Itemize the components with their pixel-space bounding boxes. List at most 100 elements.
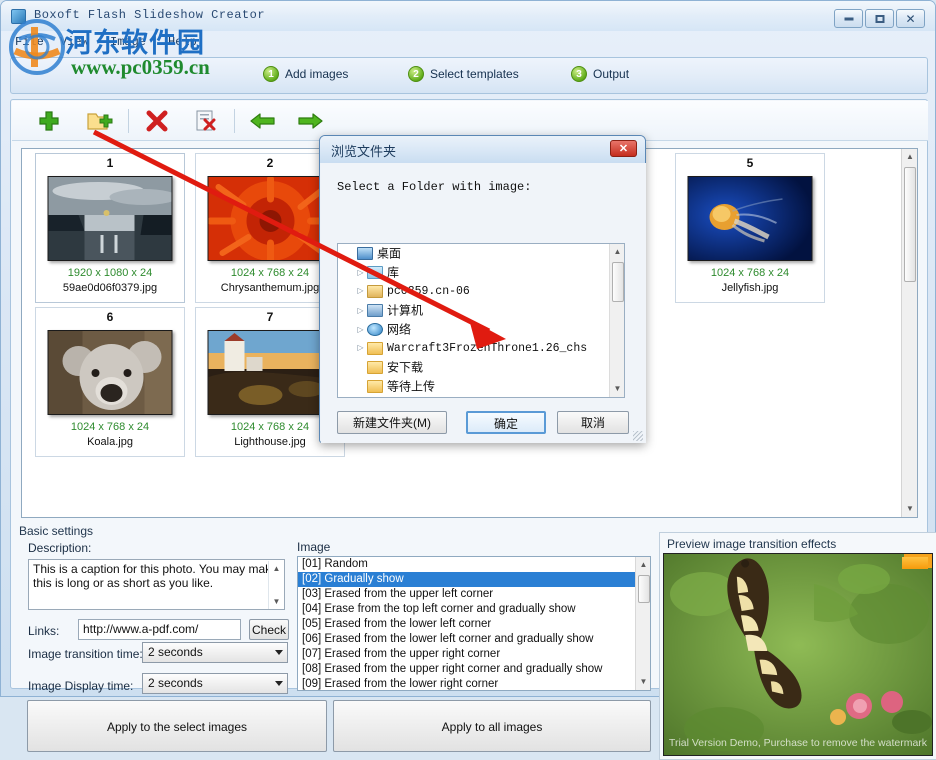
effect-item[interactable]: [09] Erased from the lower right corner xyxy=(298,677,650,691)
maximize-button[interactable] xyxy=(865,9,894,28)
expander-icon[interactable]: ▷ xyxy=(354,263,367,282)
transition-time-select[interactable]: 2 seconds xyxy=(142,642,288,663)
scroll-down-icon[interactable]: ▼ xyxy=(902,501,918,517)
scroll-up-icon[interactable]: ▲ xyxy=(902,149,918,165)
thumbnail-item[interactable]: 6 1024 x 768 x 24 xyxy=(35,307,185,457)
description-label: Description: xyxy=(28,541,91,555)
effect-item[interactable]: [07] Erased from the upper right corner xyxy=(298,647,650,662)
move-left-button[interactable] xyxy=(248,107,278,135)
thumbnail-dimensions: 1024 x 768 x 24 xyxy=(36,421,184,433)
transition-time-label: Image transition time: xyxy=(28,647,143,661)
display-time-select[interactable]: 2 seconds xyxy=(142,673,288,694)
scrollbar-thumb[interactable] xyxy=(638,575,650,603)
apply-to-all-button[interactable]: Apply to all images xyxy=(333,700,651,752)
thumbnail-scrollbar[interactable]: ▲ ▼ xyxy=(901,149,917,517)
effect-item[interactable]: [03] Erased from the upper left corner xyxy=(298,587,650,602)
tree-item[interactable]: 桌面 xyxy=(338,244,624,263)
folder-icon xyxy=(367,342,383,355)
tree-item[interactable]: ▷ pc0359.cn-06 xyxy=(338,282,624,301)
scroll-down-icon[interactable]: ▼ xyxy=(636,674,651,690)
tree-item-label: Warcraft3FrozenThrone1.26_chs xyxy=(387,342,587,355)
expander-icon[interactable]: ▷ xyxy=(354,282,367,301)
resize-grip-icon[interactable] xyxy=(633,431,643,441)
dialog-ok-button[interactable]: 确定 xyxy=(466,411,546,434)
thumbnail-item[interactable]: 1 xyxy=(35,153,185,303)
menu-item-image[interactable]: Image xyxy=(106,34,150,50)
tree-item[interactable]: ▷ Warcraft3FrozenThrone1.26_chs xyxy=(338,339,624,358)
arrow-left-icon xyxy=(248,107,278,135)
close-icon: ✕ xyxy=(905,13,915,25)
scrollbar-thumb[interactable] xyxy=(612,262,624,302)
tree-item[interactable]: ▷河东软件园 xyxy=(338,396,624,398)
remove-image-button[interactable] xyxy=(143,107,173,135)
tree-scrollbar[interactable]: ▲ ▼ xyxy=(609,244,624,397)
new-folder-button[interactable]: 新建文件夹(M) xyxy=(337,411,447,434)
chevron-down-icon xyxy=(275,650,283,655)
transition-effects-list[interactable]: [01] Random [02] Gradually show [03] Era… xyxy=(297,556,651,691)
scroll-up-icon[interactable]: ▲ xyxy=(636,557,651,573)
toolbar-separator xyxy=(234,109,235,133)
desktop-icon xyxy=(357,247,373,260)
tree-item[interactable]: 安下载 xyxy=(338,358,624,377)
dialog-close-button[interactable]: ✕ xyxy=(610,140,637,157)
description-input[interactable]: This is a caption for this photo. You ma… xyxy=(28,559,285,610)
thumbnail-filename: Koala.jpg xyxy=(36,436,184,448)
expander-icon[interactable]: ▷ xyxy=(354,396,367,398)
title-bar: Boxoft Flash Slideshow Creator ✕ xyxy=(1,1,935,31)
browse-folder-dialog: 浏览文件夹 ✕ Select a Folder with image: 桌面 ▷… xyxy=(319,135,646,443)
menu-item-view[interactable]: View xyxy=(56,34,93,50)
thumbnail-item[interactable]: 5 1024 xyxy=(675,153,825,303)
tree-item-label: 桌面 xyxy=(377,246,401,260)
step-select-templates[interactable]: 2Select templates xyxy=(408,66,519,86)
tree-item-label: 库 xyxy=(387,265,399,279)
scroll-up-icon[interactable]: ▲ xyxy=(610,244,625,260)
tree-item-label: 网络 xyxy=(387,322,411,336)
dialog-cancel-button[interactable]: 取消 xyxy=(557,411,629,434)
tree-item-label: pc0359.cn-06 xyxy=(387,285,470,298)
minimize-button[interactable] xyxy=(834,9,863,28)
tree-item[interactable]: 等待上传 xyxy=(338,377,624,396)
scrollbar-thumb[interactable] xyxy=(904,167,916,282)
plus-icon xyxy=(35,107,63,135)
apply-to-selected-button[interactable]: Apply to the select images xyxy=(27,700,327,752)
step-add-images[interactable]: 1Add images xyxy=(263,66,348,86)
expander-icon[interactable]: ▷ xyxy=(354,339,367,358)
effect-item[interactable]: [06] Erased from the lower left corner a… xyxy=(298,632,650,647)
tree-item[interactable]: ▷ 计算机 xyxy=(338,301,624,320)
effects-scrollbar[interactable]: ▲ ▼ xyxy=(635,557,650,690)
description-scrollbar[interactable]: ▲ ▼ xyxy=(268,561,283,610)
effect-item[interactable]: [05] Erased from the lower left corner xyxy=(298,617,650,632)
links-input[interactable]: http://www.a-pdf.com/ xyxy=(78,619,241,640)
scroll-up-icon[interactable]: ▲ xyxy=(269,561,284,577)
thumbnail-dimensions: 1024 x 768 x 24 xyxy=(676,267,824,279)
tree-item[interactable]: ▷库 xyxy=(338,263,624,282)
user-folder-icon xyxy=(367,285,383,298)
check-link-button[interactable]: Check xyxy=(249,619,289,640)
add-images-button[interactable] xyxy=(35,107,65,135)
expander-icon[interactable]: ▷ xyxy=(354,301,367,320)
menu-item-file[interactable]: File xyxy=(11,34,48,50)
move-right-button[interactable] xyxy=(295,107,325,135)
dialog-prompt: Select a Folder with image: xyxy=(337,180,531,194)
thumbnail-image xyxy=(48,330,173,415)
thumbnail-index: 6 xyxy=(36,310,184,324)
tree-item[interactable]: ▷ 网络 xyxy=(338,320,624,339)
step-number-badge: 1 xyxy=(263,66,279,82)
thumbnail-image xyxy=(48,176,173,261)
step-output[interactable]: 3Output xyxy=(571,66,629,86)
preview-image[interactable]: Trial Version Demo, Purchase to remove t… xyxy=(663,553,933,756)
thumbnail-image xyxy=(208,330,333,415)
expander-icon[interactable]: ▷ xyxy=(354,320,367,339)
menu-item-help[interactable]: Help xyxy=(164,34,201,50)
folder-tree[interactable]: 桌面 ▷库 ▷pc0359.cn-06 ▷计算机 ▷网络 ▷Warcraft3F… xyxy=(337,243,625,398)
add-folder-button[interactable] xyxy=(86,107,116,135)
remove-all-button[interactable] xyxy=(192,107,222,135)
tree-item-label: 计算机 xyxy=(387,303,423,317)
scroll-down-icon[interactable]: ▼ xyxy=(610,381,625,397)
close-button[interactable]: ✕ xyxy=(896,9,925,28)
effect-item[interactable]: [08] Erased from the upper right corner … xyxy=(298,662,650,677)
scroll-down-icon[interactable]: ▼ xyxy=(269,594,284,610)
effect-item[interactable]: [01] Random xyxy=(298,557,650,572)
effect-item[interactable]: [04] Erase from the top left corner and … xyxy=(298,602,650,617)
effect-item-selected[interactable]: [02] Gradually show xyxy=(298,572,650,587)
